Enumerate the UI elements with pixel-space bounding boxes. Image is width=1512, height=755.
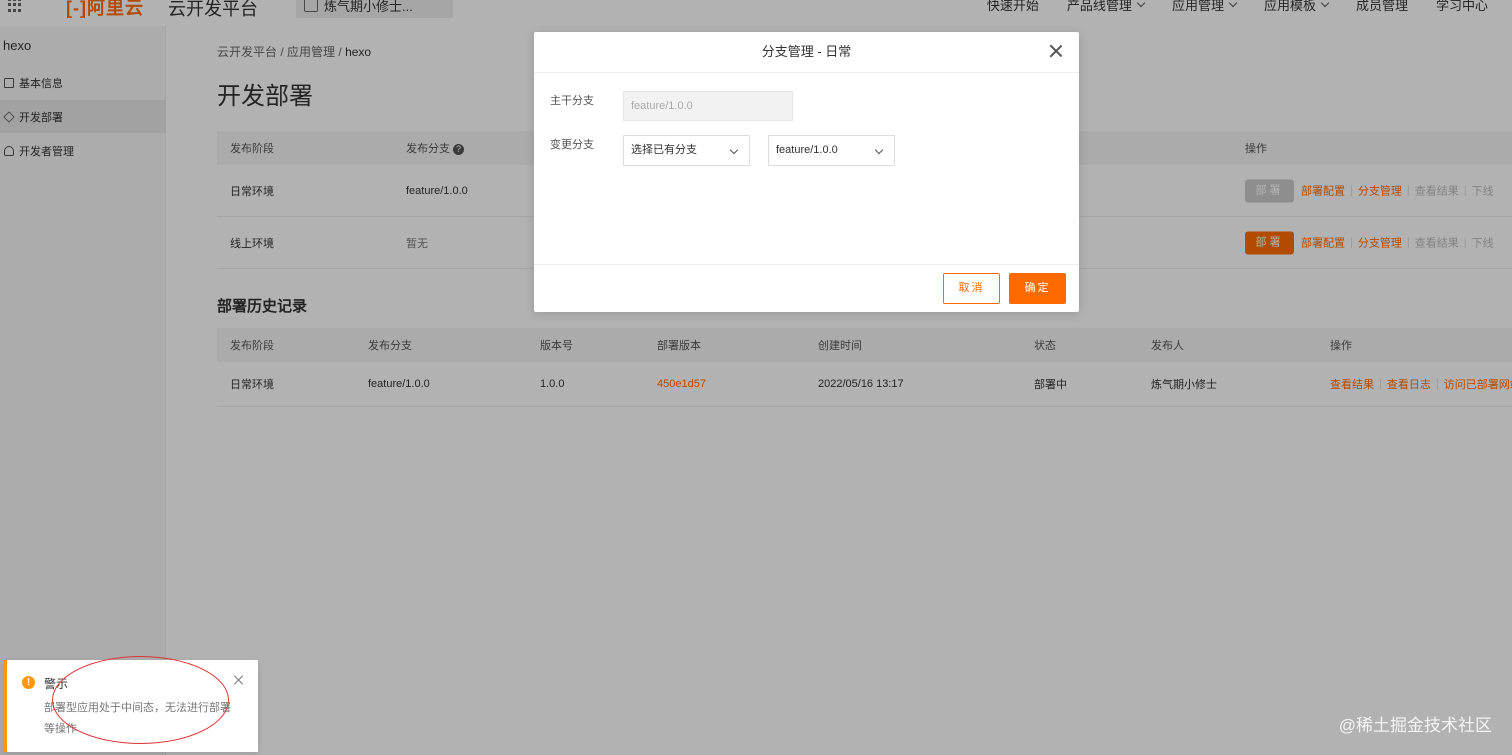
branch-mode-select[interactable]: 选择已有分支 (623, 135, 750, 166)
close-icon[interactable] (1049, 44, 1063, 58)
confirm-button[interactable]: 确定 (1009, 273, 1066, 304)
close-icon[interactable] (234, 675, 244, 685)
chevron-down-icon (729, 145, 739, 155)
cancel-button[interactable]: 取消 (943, 273, 1000, 304)
branch-select[interactable]: feature/1.0.0 (768, 135, 895, 166)
change-branch-label: 变更分支 (550, 139, 594, 151)
chevron-down-icon (874, 145, 884, 155)
watermark: @稀土掘金技术社区 (1338, 716, 1492, 735)
main-branch-label: 主干分支 (550, 95, 594, 107)
dialog-title: 分支管理 - 日常 (534, 32, 1079, 73)
annotation-circle (52, 656, 229, 744)
warning-icon: ! (22, 676, 35, 689)
main-branch-field: feature/1.0.0 (623, 91, 793, 121)
dialog-divider (534, 264, 1079, 265)
branch-management-dialog: 分支管理 - 日常 主干分支 feature/1.0.0 变更分支 选择已有分支… (534, 32, 1079, 312)
